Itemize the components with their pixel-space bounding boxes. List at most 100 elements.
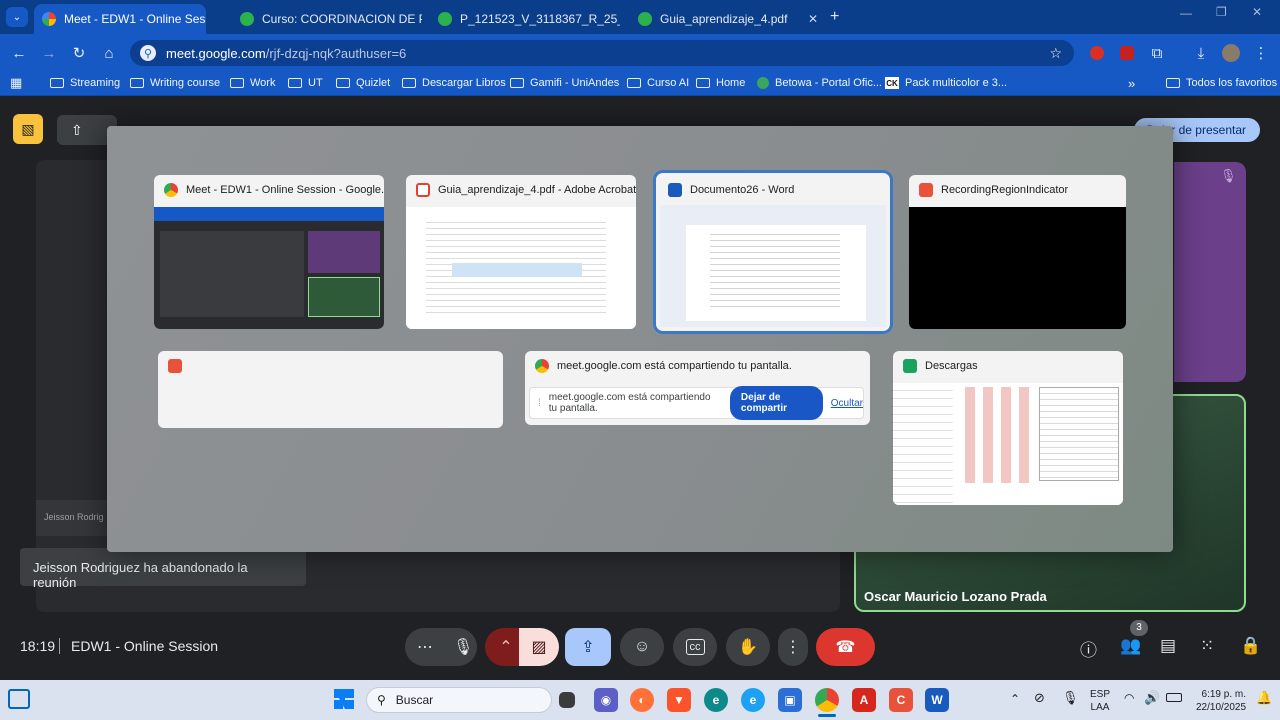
window-option-downloads[interactable]: Descargas [893, 351, 1123, 505]
download-icon[interactable]: ⤓ [1190, 42, 1212, 64]
folder-icon [510, 78, 524, 88]
stop-sharing-button[interactable]: Dejar de compartir [729, 386, 823, 420]
clipchamp-icon [919, 183, 933, 197]
hide-link[interactable]: Ocultar [831, 398, 863, 409]
window-option-meet[interactable]: Meet - EDW1 - Online Session - Google... [154, 175, 384, 329]
more-options-button[interactable]: ⋯ 🎙 [405, 628, 477, 666]
bookmark-streaming[interactable]: Streaming [50, 75, 120, 91]
camera-off-button[interactable]: ▨ [519, 628, 559, 666]
home-icon[interactable]: ⌂ [98, 42, 120, 64]
chevron-up-icon[interactable]: ⌃ [1010, 692, 1020, 706]
activities-icon[interactable]: ⁙ [1200, 636, 1214, 656]
bookmark-curso-ai[interactable]: Curso AI [627, 75, 689, 91]
battery-icon[interactable] [1166, 693, 1182, 702]
leave-call-button[interactable]: ☎ [816, 628, 875, 666]
microphone-icon[interactable]: 🎙 [453, 637, 473, 657]
bookmark-writing-course[interactable]: Writing course [130, 75, 220, 91]
task-view-icon[interactable] [559, 692, 575, 708]
notifications-icon[interactable]: 🔔 [1256, 690, 1272, 706]
tab-curso[interactable]: Curso: COORDINACION DE PR ✕ [232, 4, 422, 34]
chrome-taskbar-icon[interactable] [815, 688, 839, 712]
tab-search-button[interactable]: ⌄ [6, 7, 28, 27]
extension-red-icon[interactable] [1086, 42, 1108, 64]
menu-icon[interactable]: ⋮ [1250, 42, 1272, 64]
minimize-button[interactable]: — [1180, 6, 1192, 20]
profile-avatar[interactable] [1220, 42, 1242, 64]
close-window-button[interactable]: ✕ [1252, 5, 1262, 19]
network-off-icon[interactable]: ⊘ [1034, 690, 1045, 706]
apps-icon[interactable]: ▦ [10, 75, 22, 91]
people-icon[interactable]: 👥 [1120, 636, 1141, 656]
widgets-icon[interactable] [8, 689, 30, 709]
toast-notification: Jeisson Rodriguez ha abandonado la reuni… [20, 548, 306, 590]
info-icon[interactable]: ⓘ [1080, 636, 1097, 661]
thumb-blue-bar [154, 207, 384, 221]
edge-icon[interactable]: e [704, 688, 728, 712]
more-bookmarks-button[interactable]: » [1128, 75, 1135, 91]
brave-icon[interactable]: ▼ [667, 688, 691, 712]
new-tab-button[interactable]: + [830, 8, 839, 26]
tray-clock[interactable]: 6:19 p. m. 22/10/2025 [1196, 688, 1246, 714]
chat-icon[interactable]: ▤ [1160, 636, 1176, 656]
window-title: Guia_aprendizaje_4.pdf - Adobe Acrobat..… [438, 184, 636, 196]
bookmark-ut[interactable]: UT [288, 75, 323, 91]
acrobat-icon [416, 183, 430, 197]
clipchamp-taskbar-icon[interactable]: C [889, 688, 913, 712]
tab-guia-label: Guia_aprendizaje_4.pdf [660, 12, 788, 26]
hand-icon: ✋ [738, 639, 758, 656]
address-bar[interactable]: ⚲ meet.google.com/rjf-dzqj-nqk?authuser=… [130, 40, 1074, 66]
extensions-icon[interactable]: ⧉ [1146, 42, 1168, 64]
close-icon[interactable]: ✕ [800, 12, 818, 26]
window-option-acrobat[interactable]: Guia_aprendizaje_4.pdf - Adobe Acrobat..… [406, 175, 636, 329]
present-screen-icon: ⇪ [581, 639, 595, 656]
window-option-word[interactable]: Documento26 - Word [653, 170, 893, 334]
keyboard-layout: LAA [1090, 702, 1110, 713]
window-option-untitled[interactable] [158, 351, 503, 428]
acrobat-taskbar-icon[interactable]: A [852, 688, 876, 712]
host-controls-icon[interactable]: 🔒 [1240, 636, 1261, 656]
bookmark-betowa[interactable]: Betowa - Portal Ofic... [757, 75, 882, 91]
present-button[interactable]: ⇪ [565, 628, 611, 666]
thumb-preview-pane [1039, 387, 1119, 481]
bookmark-descargar-libros[interactable]: Descargar Libros [402, 75, 506, 91]
word-thumbnail [660, 205, 886, 327]
extension-media-icon[interactable] [1116, 42, 1138, 64]
language-indicator[interactable]: ESP LAA [1090, 688, 1110, 714]
tab-p121523[interactable]: P_121523_V_3118367_R_25_C_9 ✕ [430, 4, 620, 34]
captions-button[interactable]: cc [673, 628, 717, 666]
window-option-recording-indicator[interactable]: RecordingRegionIndicator [909, 175, 1126, 329]
bookmark-gamifi[interactable]: Gamifi - UniAndes [510, 75, 619, 91]
tab-meet[interactable]: Meet - EDW1 - Online Sessi ◉ [34, 4, 206, 34]
bookmark-pack[interactable]: CK Pack multicolor e 3... [885, 75, 1007, 91]
tab-guia[interactable]: Guia_aprendizaje_4.pdf ✕ [630, 4, 826, 34]
tab-p121523-label: P_121523_V_3118367_R_25_C_9 [460, 12, 620, 26]
wifi-icon[interactable]: ◠ [1124, 691, 1134, 705]
volume-icon[interactable]: 🔊 [1144, 690, 1160, 706]
reload-icon[interactable]: ↻ [68, 42, 90, 64]
microphone-tray-icon[interactable]: 🎙 [1062, 690, 1079, 706]
store-icon[interactable]: ▣ [778, 688, 802, 712]
teams-icon[interactable]: ◉ [594, 688, 618, 712]
folder-icon [50, 78, 64, 88]
bookmark-label: Curso AI [647, 77, 690, 89]
taskbar-search[interactable]: ⚲ Buscar [366, 687, 552, 713]
maximize-button[interactable]: ❐ [1216, 5, 1227, 19]
more-actions-button[interactable]: ⋮ [778, 628, 808, 666]
language-code: ESP [1090, 689, 1111, 700]
bookmark-all-favorites[interactable]: Todos los favoritos [1166, 75, 1277, 91]
edge-browser-icon[interactable]: e [741, 688, 765, 712]
window-option-share-bar[interactable]: meet.google.com está compartiendo tu pan… [525, 351, 870, 425]
word-taskbar-icon[interactable]: W [925, 688, 949, 712]
site-info-icon[interactable]: ⚲ [140, 45, 156, 61]
forward-icon[interactable]: → [38, 42, 60, 64]
star-icon[interactable]: ☆ [1049, 45, 1062, 62]
bookmark-work[interactable]: Work [230, 75, 275, 91]
bookmark-home[interactable]: Home [696, 75, 745, 91]
bookmark-quizlet[interactable]: Quizlet [336, 75, 390, 91]
firefox-icon[interactable]: ◐ [630, 688, 654, 712]
captions-icon: cc [685, 639, 705, 655]
divider [59, 638, 60, 654]
back-icon[interactable]: ← [8, 42, 30, 64]
emoji-button[interactable]: ☺ [620, 628, 664, 666]
raise-hand-button[interactable]: ✋ [726, 628, 770, 666]
